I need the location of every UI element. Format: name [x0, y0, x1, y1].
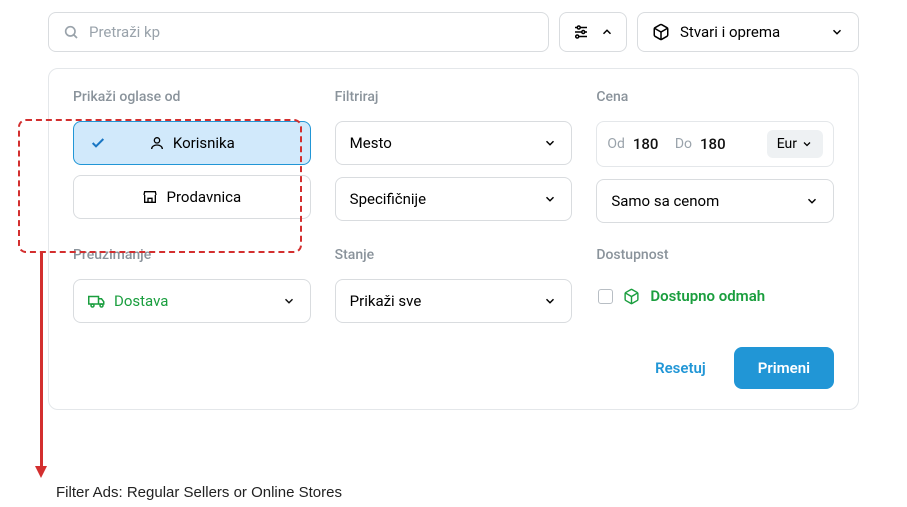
price-to-label: Do [675, 136, 692, 152]
chevron-down-icon [830, 25, 844, 39]
currency-select[interactable]: Eur [767, 130, 823, 158]
place-label: Mesto [350, 134, 392, 152]
place-dropdown[interactable]: Mesto [335, 121, 573, 165]
category-label: Stvari i oprema [680, 23, 780, 41]
seller-users-label: Korisnika [173, 134, 235, 152]
search-icon [63, 24, 79, 40]
availability-checkbox[interactable] [598, 289, 613, 304]
search-input[interactable] [89, 23, 534, 41]
chevron-down-icon [543, 136, 557, 150]
sliders-icon [572, 23, 590, 41]
store-icon [142, 189, 158, 205]
filter-panel: Prikaži oglase od Korisnika Prodavnica [48, 68, 859, 410]
seller-users-button[interactable]: Korisnika [73, 121, 311, 165]
box-icon [623, 288, 640, 305]
condition-section-label: Stanje [335, 247, 573, 263]
chevron-down-icon [543, 294, 557, 308]
chevron-down-icon [805, 194, 819, 208]
chevron-down-icon [543, 192, 557, 206]
condition-dropdown[interactable]: Prikaži sve [335, 279, 573, 323]
availability-section-label: Dostupnost [596, 247, 834, 263]
condition-label: Prikaži sve [350, 292, 422, 310]
filter-toggle-button[interactable] [559, 12, 627, 52]
availability-row[interactable]: Dostupno odmah [596, 279, 834, 313]
user-icon [149, 135, 165, 151]
specific-label: Specifičnije [350, 190, 426, 208]
chevron-down-icon [801, 138, 813, 150]
apply-button[interactable]: Primeni [734, 347, 834, 389]
price-from-label: Od [607, 136, 625, 152]
annotation-arrow-head [35, 466, 47, 478]
only-with-price-label: Samo sa cenom [611, 192, 719, 210]
price-to-input[interactable] [700, 135, 734, 153]
delivery-label: Dostava [114, 292, 168, 310]
seller-stores-button[interactable]: Prodavnica [73, 175, 311, 219]
seller-section-label: Prikaži oglase od [73, 89, 311, 105]
seller-stores-label: Prodavnica [166, 188, 241, 206]
availability-label: Dostupno odmah [650, 287, 765, 305]
chevron-up-icon [600, 25, 614, 39]
chevron-down-icon [282, 294, 296, 308]
seller-segment-group: Korisnika Prodavnica [73, 121, 311, 219]
search-input-wrap[interactable] [48, 12, 549, 52]
price-section-label: Cena [596, 89, 834, 105]
price-range-row: Od Do Eur [596, 121, 834, 167]
pickup-section-label: Preuzimanje [73, 247, 311, 263]
currency-label: Eur [777, 136, 797, 152]
check-icon [90, 135, 106, 151]
price-from-input[interactable] [633, 135, 667, 153]
specific-dropdown[interactable]: Specifičnije [335, 177, 573, 221]
annotation-caption: Filter Ads: Regular Sellers or Online St… [56, 484, 342, 501]
box-icon [652, 23, 670, 41]
reset-button[interactable]: Resetuj [643, 349, 718, 387]
delivery-dropdown[interactable]: Dostava [73, 279, 311, 323]
category-dropdown[interactable]: Stvari i oprema [637, 12, 859, 52]
truck-icon [88, 292, 106, 310]
only-with-price-dropdown[interactable]: Samo sa cenom [596, 179, 834, 223]
annotation-arrow-line [40, 253, 43, 468]
filter-section-label: Filtriraj [335, 89, 573, 105]
